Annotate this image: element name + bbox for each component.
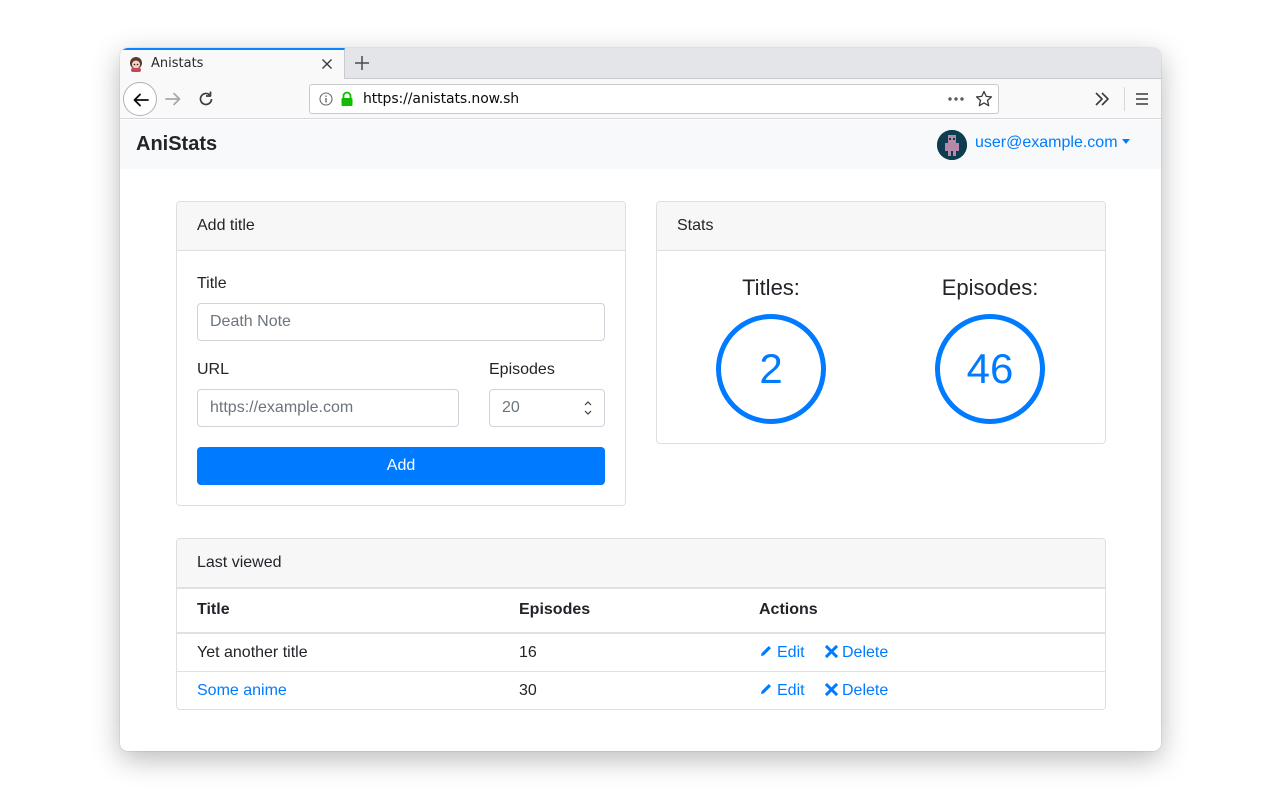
hamburger-menu-icon[interactable] — [1132, 89, 1152, 109]
url-input[interactable]: https://example.com — [197, 389, 459, 427]
close-tab-icon[interactable] — [319, 56, 335, 72]
column-header-episodes: Episodes — [519, 601, 591, 618]
row-title-link[interactable]: Some anime — [197, 682, 287, 700]
url-text: https://anistats.now.sh — [363, 91, 520, 107]
pencil-icon — [761, 684, 771, 694]
dropdown-caret-icon — [1121, 139, 1130, 145]
episodes-number-input[interactable]: 20 — [489, 389, 605, 427]
column-header-actions: Actions — [759, 601, 818, 618]
row-episodes: 16 — [519, 644, 537, 661]
delete-button[interactable]: Delete — [824, 644, 889, 662]
info-icon[interactable] — [319, 92, 333, 106]
delete-label: Delete — [842, 682, 889, 699]
browser-tab[interactable]: Anistats — [120, 48, 345, 79]
stats-header: Stats — [657, 202, 1105, 251]
row-episodes: 30 — [519, 682, 537, 699]
title-input[interactable]: Death Note — [197, 303, 605, 341]
back-arrow-icon — [133, 93, 149, 107]
x-delete-icon — [824, 682, 839, 697]
delete-label: Delete — [842, 644, 889, 661]
last-viewed-header: Last viewed — [177, 539, 1105, 589]
stats-card: Stats Titles: 2 Episodes: 46 — [656, 201, 1106, 444]
url-input-placeholder: https://example.com — [210, 399, 354, 416]
user-avatar[interactable] — [937, 130, 967, 160]
edit-label: Edit — [777, 682, 805, 699]
page-actions-ellipsis-icon[interactable] — [946, 91, 966, 107]
page-content: AniStats user@example.com Add title Titl… — [120, 120, 1161, 751]
reload-icon[interactable] — [196, 89, 216, 109]
episodes-count-circle: 46 — [935, 314, 1045, 424]
tab-title: Anistats — [151, 56, 204, 71]
x-delete-icon — [824, 644, 839, 659]
anime-girl-favicon-icon — [130, 57, 142, 72]
forward-arrow-icon[interactable] — [163, 89, 183, 109]
browser-window: Anistats https://anistats.now.sh AniStat… — [120, 48, 1161, 751]
row-divider — [177, 671, 1105, 672]
row-title: Yet another title — [197, 644, 308, 661]
url-label: URL — [197, 361, 230, 378]
title-label: Title — [197, 275, 227, 292]
edit-label: Edit — [777, 644, 805, 661]
pixel-avatar-icon — [937, 130, 967, 160]
user-dropdown[interactable]: user@example.com — [975, 134, 1130, 152]
overflow-chevrons-icon[interactable] — [1092, 89, 1112, 109]
add-button[interactable]: Add — [197, 447, 605, 485]
toolbar-divider — [1124, 87, 1125, 111]
tab-strip: Anistats — [120, 48, 1161, 79]
delete-button[interactable]: Delete — [824, 682, 889, 700]
title-input-placeholder: Death Note — [210, 313, 291, 330]
pencil-icon — [761, 646, 771, 656]
add-title-header: Add title — [177, 202, 625, 251]
bookmark-star-icon[interactable] — [974, 89, 994, 109]
user-email: user@example.com — [975, 134, 1118, 151]
navigation-toolbar: https://anistats.now.sh — [120, 79, 1161, 119]
titles-stat-label: Titles: — [742, 275, 800, 300]
titles-count-circle: 2 — [716, 314, 826, 424]
secure-lock-icon[interactable] — [340, 91, 354, 107]
add-title-card: Add title Title Death Note URL https://e… — [176, 201, 626, 506]
table-header-divider — [177, 632, 1105, 634]
episodes-label: Episodes — [489, 361, 555, 378]
episodes-input-placeholder: 20 — [502, 399, 520, 416]
last-viewed-card: Last viewed Title Episodes Actions Yet a… — [176, 538, 1106, 710]
edit-button[interactable]: Edit — [759, 682, 805, 700]
address-bar[interactable]: https://anistats.now.sh — [309, 84, 999, 114]
episodes-stat-label: Episodes: — [941, 275, 1039, 300]
edit-button[interactable]: Edit — [759, 644, 805, 662]
column-header-title: Title — [197, 601, 230, 618]
brand-logo[interactable]: AniStats — [136, 133, 217, 156]
number-spinner-icon[interactable] — [584, 399, 592, 417]
back-button[interactable] — [123, 82, 157, 116]
app-navbar: AniStats user@example.com — [120, 120, 1161, 169]
new-tab-plus-icon[interactable] — [352, 53, 372, 73]
